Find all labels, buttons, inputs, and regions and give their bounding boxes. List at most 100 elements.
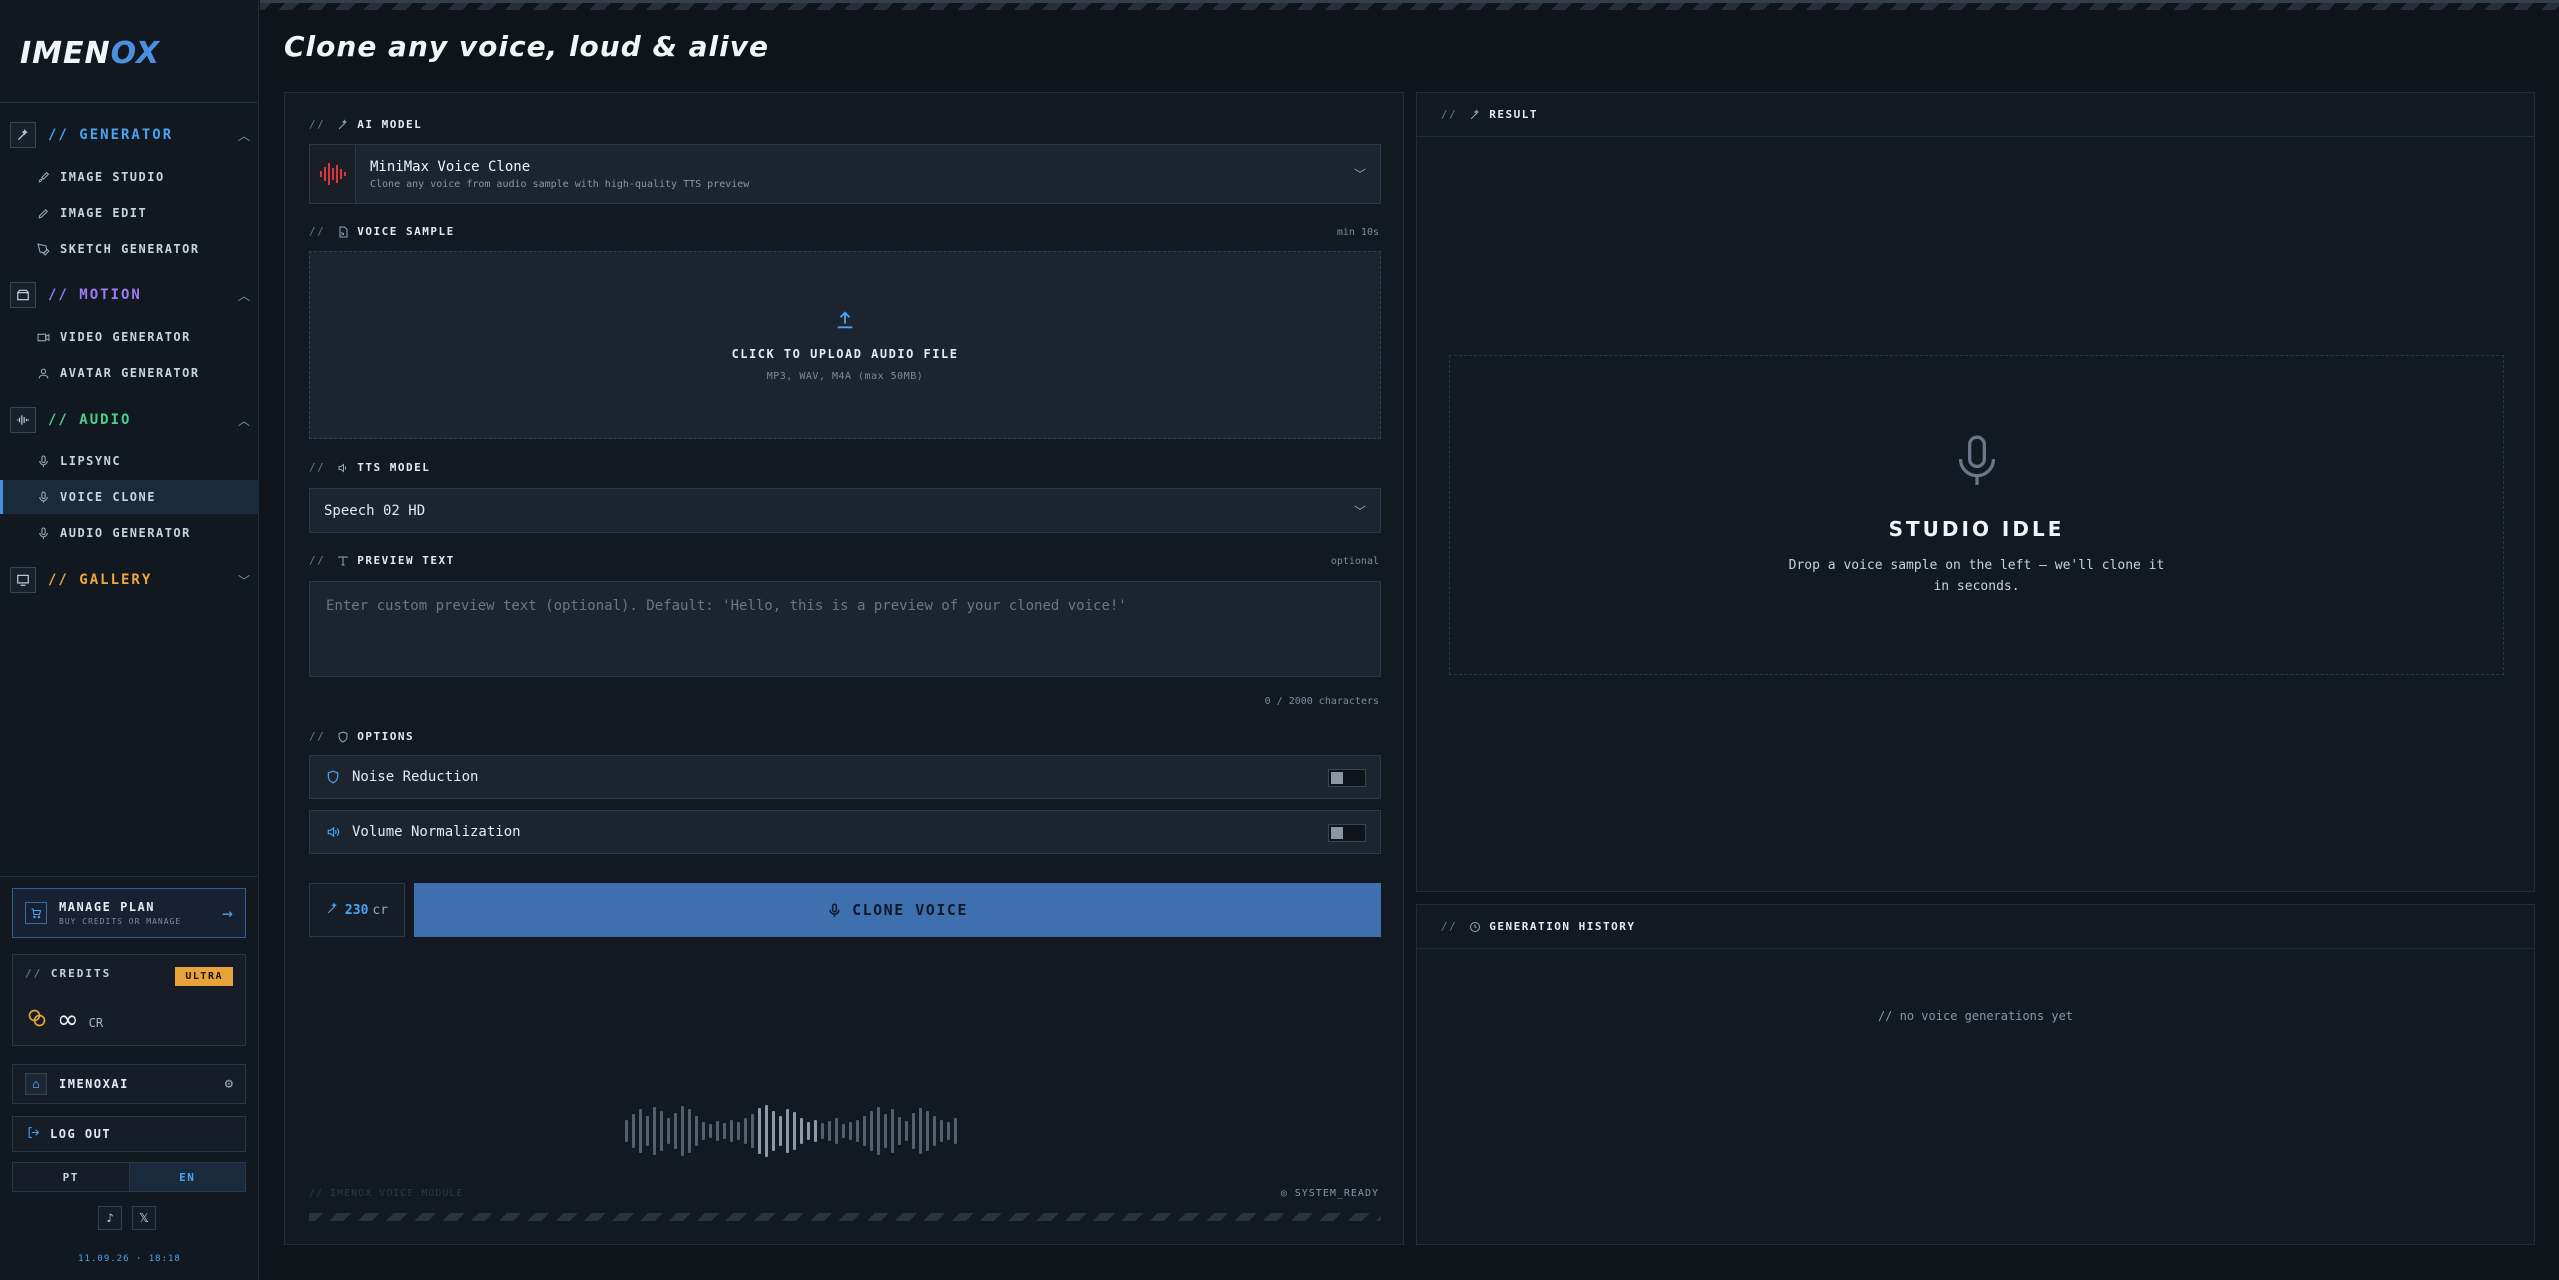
tiktok-icon[interactable]: ♪ [98, 1206, 122, 1230]
sidebar-item-image-studio[interactable]: IMAGE STUDIO [0, 160, 259, 194]
lang-pt-button[interactable]: PT [13, 1163, 129, 1191]
nav-section-generator[interactable]: // GENERATOR ︿ [10, 120, 250, 150]
waveform-bar [884, 1114, 887, 1148]
chevron-up-icon: ︿ [237, 288, 250, 303]
manage-plan-button[interactable]: MANAGE PLAN BUY CREDITS OR MANAGE → [12, 888, 246, 938]
shield-icon [337, 730, 349, 743]
divider [0, 876, 259, 877]
manage-plan-title: MANAGE PLAN [59, 900, 155, 914]
sidebar: IMENOX // GENERATOR ︿ IMAGE STUDIO IMAGE… [0, 0, 259, 1280]
file-audio-icon [337, 226, 349, 238]
waveform-bar [702, 1122, 705, 1140]
waveform-bar [737, 1122, 740, 1140]
sparkles-icon [337, 118, 349, 131]
timestamp: 11.09.26 · 18:18 [78, 1254, 181, 1264]
mic-icon [36, 490, 50, 504]
lang-en-button[interactable]: EN [128, 1163, 245, 1191]
sidebar-item-audio-generator[interactable]: AUDIO GENERATOR [0, 516, 259, 550]
brush-icon [36, 170, 50, 184]
module-label: // IMENOX_VOICE_MODULE [309, 1188, 464, 1199]
waveform-bar [912, 1113, 915, 1149]
noise-reduction-toggle[interactable] [1328, 769, 1366, 787]
coins-icon [27, 1008, 47, 1032]
nav-section-label: // AUDIO [48, 412, 132, 428]
nav-section-motion[interactable]: // MOTION ︿ [10, 280, 250, 310]
options-label-text: OPTIONS [357, 730, 415, 743]
sidebar-item-label: IMAGE STUDIO [60, 170, 165, 184]
sidebar-item-lipsync[interactable]: LIPSYNC [0, 444, 259, 478]
sidebar-item-image-edit[interactable]: IMAGE EDIT [0, 196, 259, 230]
sidebar-item-voice-clone[interactable]: VOICE CLONE [0, 480, 259, 514]
waveform-bar [688, 1109, 691, 1153]
logo[interactable]: IMENOX [20, 36, 160, 71]
nav-section-label: // MOTION [48, 287, 142, 303]
model-name: MiniMax Voice Clone [370, 158, 531, 175]
char-counter: 0 / 2000 characters [1264, 696, 1379, 707]
waveform-bar [660, 1111, 663, 1151]
waveform-bar [891, 1109, 894, 1153]
option-label: Volume Normalization [352, 824, 521, 840]
waveform-bar [933, 1116, 936, 1146]
hazard-stripes [309, 1213, 1381, 1221]
audio-upload-dropzone[interactable]: CLICK TO UPLOAD AUDIO FILE MP3, WAV, M4A… [309, 251, 1381, 439]
result-label-text: RESULT [1489, 108, 1538, 121]
page-title: Clone any voice, loud & alive [284, 30, 769, 63]
waveform-bar [751, 1114, 754, 1148]
label-slashes: // [309, 225, 326, 238]
history-label: // GENERATION HISTORY [1441, 920, 1635, 933]
tts-model-value: Speech 02 HD [324, 502, 426, 519]
waveform-bar [835, 1118, 838, 1144]
sidebar-item-video-generator[interactable]: VIDEO GENERATOR [0, 320, 259, 354]
x-icon[interactable]: 𝕏 [132, 1206, 156, 1230]
nav-section-audio[interactable]: // AUDIO ︿ [10, 405, 250, 435]
waveform-bar [842, 1124, 845, 1138]
user-name: IMENOXAI [59, 1077, 129, 1091]
language-switcher: PT EN [12, 1162, 246, 1192]
credits-balance: ∞ CR [27, 1005, 103, 1035]
waveform-bar [849, 1122, 852, 1140]
manage-plan-subtitle: BUY CREDITS OR MANAGE [59, 917, 182, 926]
option-label: Noise Reduction [352, 769, 479, 785]
tts-model-select[interactable]: Speech 02 HD ﹀ [309, 488, 1381, 533]
mic-icon [1955, 433, 1999, 493]
waveform-bar [905, 1121, 908, 1141]
result-empty-state: STUDIO IDLE Drop a voice sample on the l… [1449, 355, 2504, 675]
logout-label: LOG OUT [50, 1127, 112, 1141]
result-panel: // RESULT STUDIO IDLE Drop a voice sampl… [1416, 92, 2535, 892]
ai-model-label-text: AI MODEL [357, 118, 423, 131]
clone-voice-button[interactable]: CLONE VOICE [414, 883, 1381, 937]
waveform-bar [814, 1120, 817, 1142]
gear-icon[interactable]: ⚙ [225, 1076, 233, 1092]
clone-voice-label: CLONE VOICE [852, 901, 968, 919]
chevron-up-icon: ︿ [237, 128, 250, 143]
waveform-bar [800, 1118, 803, 1144]
waveform-bar [681, 1106, 684, 1156]
voice-sample-note: min 10s [1336, 227, 1379, 238]
volume-normalization-toggle[interactable] [1328, 824, 1366, 842]
voice-clone-form: // AI MODEL MiniMax Voice Clone Clone an… [284, 92, 1404, 1245]
history-header: // GENERATION HISTORY [1417, 905, 2534, 949]
option-noise-reduction[interactable]: Noise Reduction [309, 755, 1381, 799]
ai-model-select[interactable]: MiniMax Voice Clone Clone any voice from… [309, 144, 1381, 204]
result-label: // RESULT [1441, 108, 1538, 121]
sparkles-icon [326, 901, 339, 919]
sidebar-item-avatar-generator[interactable]: AVATAR GENERATOR [0, 356, 259, 390]
waveform-bar [709, 1124, 712, 1138]
label-slashes: // [309, 461, 326, 474]
nav-section-gallery[interactable]: // GALLERY ﹀ [10, 565, 250, 595]
waveform-bar [667, 1118, 670, 1144]
waveform-bar [625, 1120, 628, 1142]
label-slashes: // [1441, 108, 1458, 121]
text-icon [337, 555, 349, 567]
credit-cost-value: 230 [344, 902, 369, 918]
option-volume-normalization[interactable]: Volume Normalization [309, 810, 1381, 854]
credits-value: ∞ [57, 1005, 79, 1035]
decorative-waveform [625, 1103, 1045, 1159]
plan-badge: ULTRA [175, 967, 233, 986]
idle-subtitle: Drop a voice sample on the left — we'll … [1788, 558, 2165, 594]
sidebar-item-sketch-generator[interactable]: SKETCH GENERATOR [0, 232, 259, 266]
logout-button[interactable]: LOG OUT [12, 1116, 246, 1152]
user-profile[interactable]: ⌂ IMENOXAI ⚙ [12, 1064, 246, 1104]
tts-model-label-text: TTS MODEL [357, 461, 431, 474]
preview-text-input[interactable]: Enter custom preview text (optional). De… [309, 581, 1381, 677]
